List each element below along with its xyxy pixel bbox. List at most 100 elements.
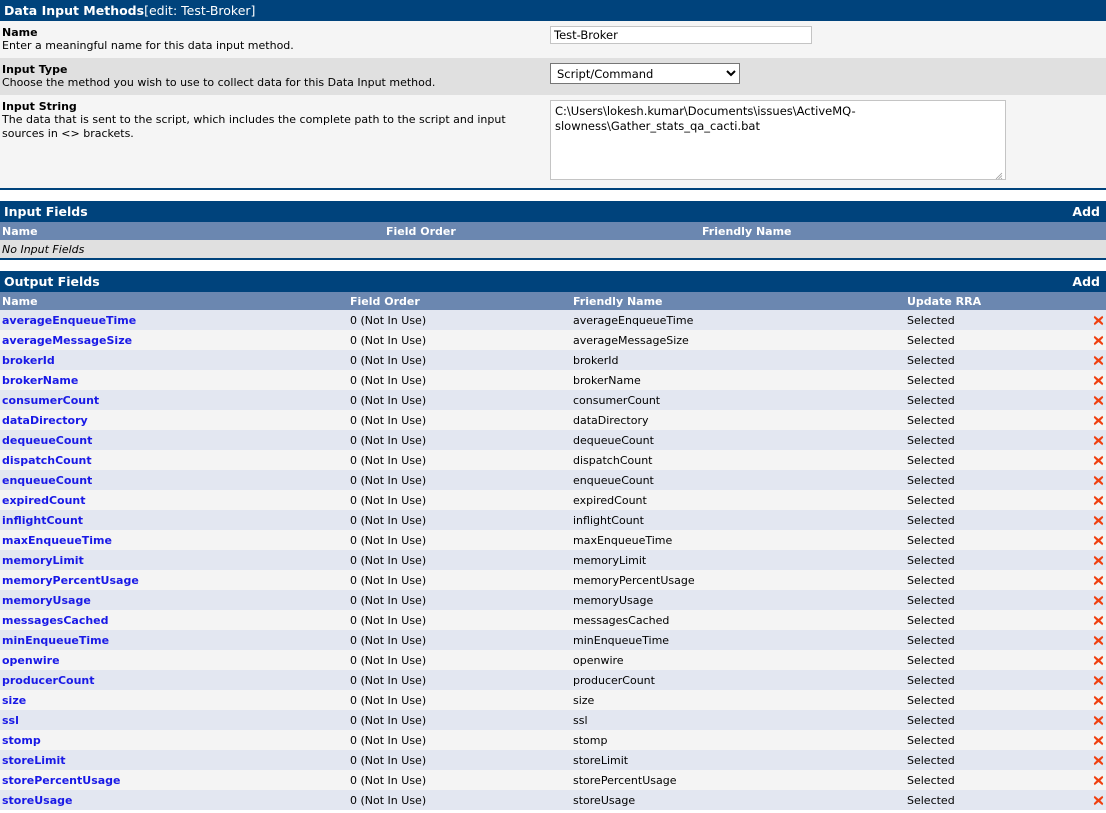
table-row[interactable]: storeUsage 0 (Not In Use) storeUsage Sel… bbox=[0, 790, 1106, 810]
delete-x-icon[interactable] bbox=[1093, 715, 1104, 726]
delete-x-icon[interactable] bbox=[1093, 415, 1104, 426]
delete-x-icon[interactable] bbox=[1093, 355, 1104, 366]
output-row-actions bbox=[1070, 430, 1106, 450]
table-row[interactable]: expiredCount 0 (Not In Use) expiredCount… bbox=[0, 490, 1106, 510]
output-field-link[interactable]: producerCount bbox=[2, 674, 95, 687]
table-row[interactable]: dequeueCount 0 (Not In Use) dequeueCount… bbox=[0, 430, 1106, 450]
delete-x-icon[interactable] bbox=[1093, 595, 1104, 606]
output-row-actions bbox=[1070, 670, 1106, 690]
delete-x-icon[interactable] bbox=[1093, 735, 1104, 746]
input-fields-col-name[interactable]: Name bbox=[0, 222, 384, 240]
output-fields-col-friendly[interactable]: Friendly Name bbox=[571, 292, 905, 310]
input-fields-col-friendly[interactable]: Friendly Name bbox=[700, 222, 1106, 240]
table-row[interactable]: consumerCount 0 (Not In Use) consumerCou… bbox=[0, 390, 1106, 410]
delete-x-icon[interactable] bbox=[1093, 375, 1104, 386]
output-field-link[interactable]: expiredCount bbox=[2, 494, 86, 507]
output-row-field-order: 0 (Not In Use) bbox=[348, 630, 571, 650]
table-row[interactable]: openwire 0 (Not In Use) openwire Selecte… bbox=[0, 650, 1106, 670]
delete-x-icon[interactable] bbox=[1093, 455, 1104, 466]
output-fields-header-row: Name Field Order Friendly Name Update RR… bbox=[0, 292, 1106, 310]
output-row-actions bbox=[1070, 410, 1106, 430]
output-field-link[interactable]: memoryPercentUsage bbox=[2, 574, 139, 587]
output-field-link[interactable]: storeUsage bbox=[2, 794, 73, 807]
output-field-link[interactable]: messagesCached bbox=[2, 614, 109, 627]
table-row[interactable]: producerCount 0 (Not In Use) producerCou… bbox=[0, 670, 1106, 690]
delete-x-icon[interactable] bbox=[1093, 555, 1104, 566]
table-row[interactable]: averageMessageSize 0 (Not In Use) averag… bbox=[0, 330, 1106, 350]
output-field-link[interactable]: openwire bbox=[2, 654, 60, 667]
delete-x-icon[interactable] bbox=[1093, 655, 1104, 666]
input-string-field-title: Input String bbox=[2, 100, 544, 113]
output-row-actions bbox=[1070, 630, 1106, 650]
output-field-link[interactable]: size bbox=[2, 694, 26, 707]
delete-x-icon[interactable] bbox=[1093, 615, 1104, 626]
table-row[interactable]: ssl 0 (Not In Use) ssl Selected bbox=[0, 710, 1106, 730]
output-fields-col-rra[interactable]: Update RRA bbox=[905, 292, 1070, 310]
output-field-link[interactable]: brokerId bbox=[2, 354, 55, 367]
output-field-link[interactable]: brokerName bbox=[2, 374, 78, 387]
delete-x-icon[interactable] bbox=[1093, 535, 1104, 546]
output-row-friendly-name: expiredCount bbox=[571, 490, 905, 510]
table-row[interactable]: memoryUsage 0 (Not In Use) memoryUsage S… bbox=[0, 590, 1106, 610]
output-field-link[interactable]: minEnqueueTime bbox=[2, 634, 109, 647]
delete-x-icon[interactable] bbox=[1093, 495, 1104, 506]
output-field-link[interactable]: averageEnqueueTime bbox=[2, 314, 136, 327]
table-row[interactable]: memoryLimit 0 (Not In Use) memoryLimit S… bbox=[0, 550, 1106, 570]
output-fields-col-name[interactable]: Name bbox=[0, 292, 348, 310]
delete-x-icon[interactable] bbox=[1093, 795, 1104, 806]
output-field-link[interactable]: maxEnqueueTime bbox=[2, 534, 112, 547]
output-field-link[interactable]: memoryLimit bbox=[2, 554, 84, 567]
output-field-link[interactable]: inflightCount bbox=[2, 514, 83, 527]
delete-x-icon[interactable] bbox=[1093, 435, 1104, 446]
output-row-field-order: 0 (Not In Use) bbox=[348, 470, 571, 490]
table-row[interactable]: size 0 (Not In Use) size Selected bbox=[0, 690, 1106, 710]
output-field-link[interactable]: dataDirectory bbox=[2, 414, 88, 427]
name-input[interactable] bbox=[550, 26, 812, 44]
output-field-link[interactable]: memoryUsage bbox=[2, 594, 91, 607]
table-row[interactable]: inflightCount 0 (Not In Use) inflightCou… bbox=[0, 510, 1106, 530]
table-row[interactable]: averageEnqueueTime 0 (Not In Use) averag… bbox=[0, 310, 1106, 330]
table-row[interactable]: dataDirectory 0 (Not In Use) dataDirecto… bbox=[0, 410, 1106, 430]
input-fields-add-link[interactable]: Add bbox=[1072, 201, 1100, 222]
output-row-field-order: 0 (Not In Use) bbox=[348, 790, 571, 810]
output-field-link[interactable]: dequeueCount bbox=[2, 434, 92, 447]
table-row[interactable]: dispatchCount 0 (Not In Use) dispatchCou… bbox=[0, 450, 1106, 470]
table-row[interactable]: maxEnqueueTime 0 (Not In Use) maxEnqueue… bbox=[0, 530, 1106, 550]
table-row[interactable]: minEnqueueTime 0 (Not In Use) minEnqueue… bbox=[0, 630, 1106, 650]
delete-x-icon[interactable] bbox=[1093, 315, 1104, 326]
output-field-link[interactable]: storePercentUsage bbox=[2, 774, 121, 787]
input-string-textarea[interactable]: C:\Users\lokesh.kumar\Documents\issues\A… bbox=[550, 100, 1006, 180]
table-row[interactable]: brokerId 0 (Not In Use) brokerId Selecte… bbox=[0, 350, 1106, 370]
delete-x-icon[interactable] bbox=[1093, 475, 1104, 486]
delete-x-icon[interactable] bbox=[1093, 695, 1104, 706]
table-row[interactable]: messagesCached 0 (Not In Use) messagesCa… bbox=[0, 610, 1106, 630]
output-field-link[interactable]: dispatchCount bbox=[2, 454, 92, 467]
delete-x-icon[interactable] bbox=[1093, 755, 1104, 766]
table-row[interactable]: storeLimit 0 (Not In Use) storeLimit Sel… bbox=[0, 750, 1106, 770]
table-row[interactable]: stomp 0 (Not In Use) stomp Selected bbox=[0, 730, 1106, 750]
output-field-link[interactable]: stomp bbox=[2, 734, 41, 747]
output-row-name-cell: dispatchCount bbox=[0, 450, 348, 470]
output-field-link[interactable]: averageMessageSize bbox=[2, 334, 132, 347]
delete-x-icon[interactable] bbox=[1093, 635, 1104, 646]
output-field-link[interactable]: storeLimit bbox=[2, 754, 66, 767]
output-fields-add-link[interactable]: Add bbox=[1072, 271, 1100, 292]
table-row[interactable]: storePercentUsage 0 (Not In Use) storePe… bbox=[0, 770, 1106, 790]
output-field-link[interactable]: ssl bbox=[2, 714, 19, 727]
output-field-link[interactable]: consumerCount bbox=[2, 394, 99, 407]
delete-x-icon[interactable] bbox=[1093, 675, 1104, 686]
input-type-select[interactable]: Script/Command bbox=[550, 63, 740, 84]
table-row[interactable]: brokerName 0 (Not In Use) brokerName Sel… bbox=[0, 370, 1106, 390]
delete-x-icon[interactable] bbox=[1093, 775, 1104, 786]
input-fields-col-order[interactable]: Field Order bbox=[384, 222, 700, 240]
delete-x-icon[interactable] bbox=[1093, 395, 1104, 406]
table-row[interactable]: enqueueCount 0 (Not In Use) enqueueCount… bbox=[0, 470, 1106, 490]
output-field-link[interactable]: enqueueCount bbox=[2, 474, 92, 487]
delete-x-icon[interactable] bbox=[1093, 515, 1104, 526]
output-row-update-rra: Selected bbox=[905, 330, 1070, 350]
output-fields-col-order[interactable]: Field Order bbox=[348, 292, 571, 310]
table-row[interactable]: memoryPercentUsage 0 (Not In Use) memory… bbox=[0, 570, 1106, 590]
delete-x-icon[interactable] bbox=[1093, 335, 1104, 346]
delete-x-icon[interactable] bbox=[1093, 575, 1104, 586]
output-row-update-rra: Selected bbox=[905, 390, 1070, 410]
